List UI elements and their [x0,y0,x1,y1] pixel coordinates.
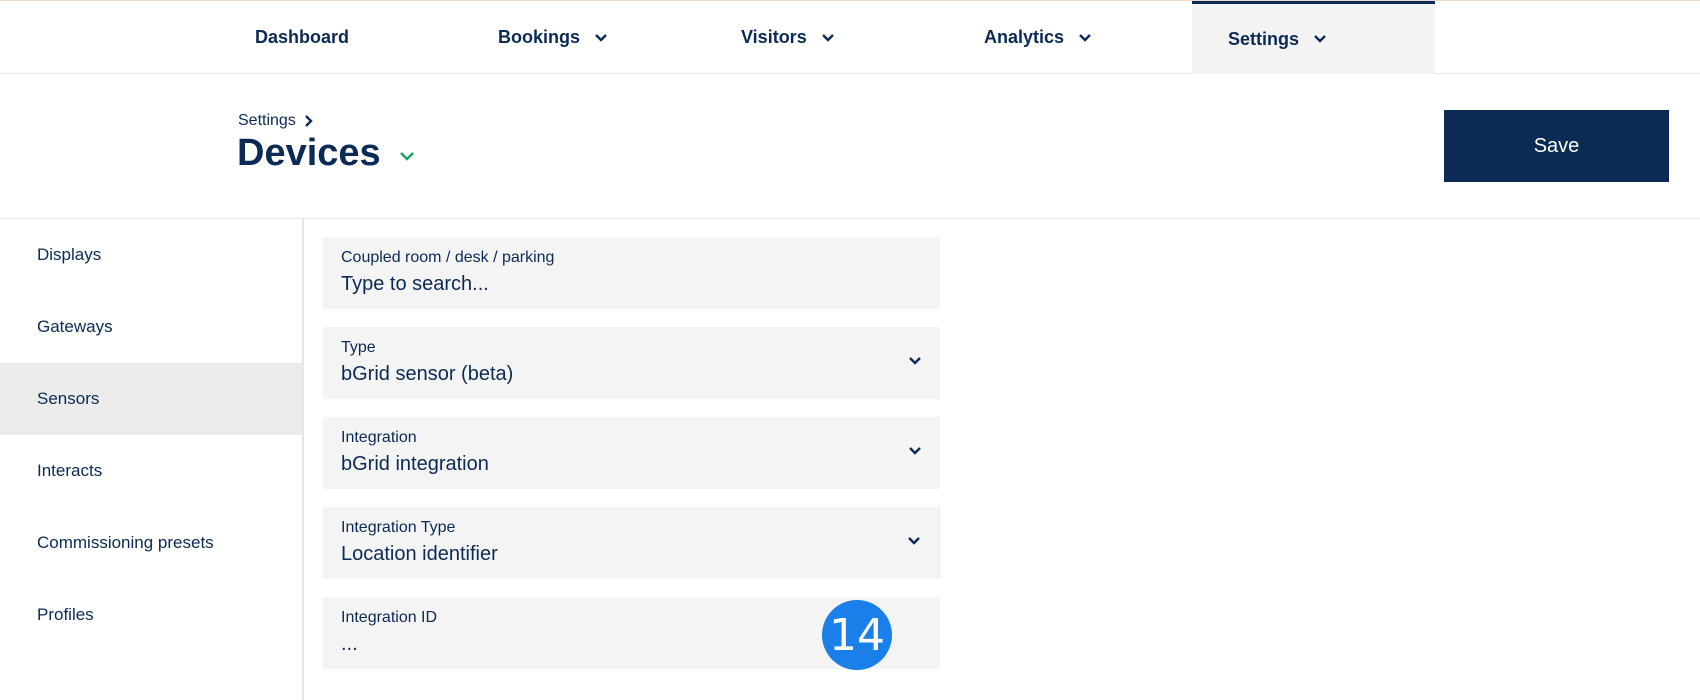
page-header: Settings Devices Save [0,74,1700,219]
nav-dashboard-label: Dashboard [255,27,350,47]
save-button[interactable]: Save [1444,110,1669,182]
nav-visitors-label: Visitors [741,27,807,47]
sidebar-item-interacts[interactable]: Interacts [0,435,302,507]
nav-dashboard[interactable]: Dashboard [255,1,349,74]
chevron-down-icon [908,446,922,456]
chevron-down-icon[interactable] [399,151,415,162]
coupled-search-input[interactable]: Type to search... [341,273,922,296]
chevron-down-icon [821,33,835,43]
sidebar-item-sensors[interactable]: Sensors [0,363,302,435]
coupled-search-field[interactable]: Coupled room / desk / parking Type to se… [323,237,940,309]
page-title: Devices [237,132,415,175]
settings-sidebar: Displays Gateways Sensors Interacts Comm… [0,219,304,700]
integration-label: Integration [341,429,417,446]
type-select[interactable]: Type bGrid sensor (beta) [323,327,940,399]
breadcrumb: Settings [238,112,314,130]
nav-visitors[interactable]: Visitors [741,1,835,74]
nav-settings[interactable]: Settings [1192,1,1435,74]
nav-bookings-label: Bookings [498,27,581,47]
type-label: Type [341,339,376,356]
sidebar-item-commissioning-presets[interactable]: Commissioning presets [0,507,302,579]
coupled-label: Coupled room / desk / parking [341,249,555,266]
chevron-down-icon [1078,33,1092,43]
integration-type-select[interactable]: Integration Type Location identifier [323,507,940,579]
sidebar-item-gateways[interactable]: Gateways [0,291,302,363]
sidebar-item-displays[interactable]: Displays [0,219,302,291]
integration-type-value: Location identifier [341,543,498,565]
chevron-down-icon [1313,34,1327,44]
breadcrumb-settings-link[interactable]: Settings [238,112,296,130]
integration-value: bGrid integration [341,453,489,475]
type-value: bGrid sensor (beta) [341,363,514,385]
nav-settings-label: Settings [1228,28,1300,49]
nav-bookings[interactable]: Bookings [498,1,608,74]
chevron-right-icon [304,114,314,128]
sidebar-item-profiles[interactable]: Profiles [0,579,302,651]
chevron-down-icon [908,356,922,366]
integration-select[interactable]: Integration bGrid integration [323,417,940,489]
nav-analytics-label: Analytics [984,27,1065,47]
page-title-text: Devices [237,132,381,174]
step-number-badge: 14 [822,600,892,670]
top-navigation: Dashboard Bookings Visitors Analytics Se… [0,0,1700,74]
chevron-down-icon [594,33,608,43]
integration-type-label: Integration Type [341,519,456,536]
chevron-down-icon [907,536,921,546]
nav-analytics[interactable]: Analytics [984,1,1092,74]
